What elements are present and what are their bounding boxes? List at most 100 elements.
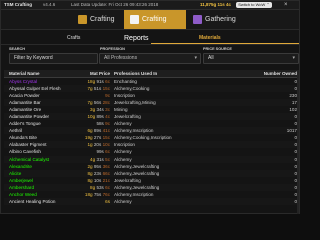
price-silver: 75s xyxy=(93,191,102,197)
price-gold: 4g xyxy=(90,156,96,162)
table-scrollbar[interactable] xyxy=(297,70,299,214)
number-owned: 0 xyxy=(294,114,297,120)
table-row[interactable]: Adamantite Ore 3g 34s 3c Mining 102 xyxy=(4,106,299,113)
search-input[interactable]: Filter by Keyword xyxy=(9,53,98,64)
number-owned: 0 xyxy=(294,121,297,127)
search-label: SEARCH xyxy=(9,47,26,51)
tsm-crafting-window: TSM Crafting v4.4.6 Last Data Update: Fr… xyxy=(0,0,300,214)
material-price: 6s xyxy=(82,198,110,205)
profession-dropdown[interactable]: All Professions ▾ xyxy=(99,53,201,64)
price-silver: 56s xyxy=(93,100,102,106)
table-row[interactable]: Anchor Weed 18g 75s 76c Alchemy,Inscripti… xyxy=(4,191,299,198)
price-copper: 9c xyxy=(105,121,110,127)
price-silver: 51s xyxy=(93,86,102,92)
number-owned: 0 xyxy=(294,184,297,190)
material-name: Acacia Powder xyxy=(9,93,40,99)
active-subtab-indicator xyxy=(151,43,299,44)
professions-used-in: Inscription xyxy=(114,142,135,148)
price-gold: 18g xyxy=(84,191,93,197)
filter-labels: SEARCH PROFESSION PRICE SOURCE xyxy=(1,46,299,53)
number-owned: 0 xyxy=(294,191,297,197)
price-copper: 10c xyxy=(102,142,110,148)
material-price: 9c xyxy=(82,92,110,99)
table-row[interactable]: Abyss Crystal 18g 91s 6c Enchanting 0 xyxy=(4,78,299,85)
table-row[interactable]: Alicite 8g 23s 66c Alchemy,Jewelcrafting 0 xyxy=(4,169,299,177)
subtab-crafts[interactable]: Crafts xyxy=(67,33,80,44)
material-name: Adamantite Powder xyxy=(9,114,50,120)
header-material-name[interactable]: Material Name xyxy=(9,70,40,77)
tab-gathering[interactable]: Gathering xyxy=(193,10,236,29)
price-gold: 3g xyxy=(90,107,96,113)
price-silver: 31s xyxy=(96,156,104,162)
number-owned: 0 xyxy=(294,149,297,155)
report-subtabs: Crafts Materials xyxy=(1,33,299,45)
number-owned: 1017 xyxy=(286,128,297,134)
table-header: Material Name Mat Price Professions Used… xyxy=(4,70,299,78)
price-gold: 18g xyxy=(87,79,96,84)
table-row[interactable]: Adamantite Bar 7g 56s 28c Jewelcrafting,M… xyxy=(4,99,299,107)
material-price: 8g 23s 66c xyxy=(82,170,110,177)
professions-used-in: Alchemy xyxy=(114,149,132,155)
table-row[interactable]: Alabaster Pigment 1g 20s 10c Inscription 0 xyxy=(4,141,299,149)
crafting-reports-icon xyxy=(130,14,139,24)
number-owned: 230 xyxy=(289,93,297,99)
professions-used-in: Alchemy,Cooking xyxy=(114,86,150,92)
material-name: Abyss Crystal xyxy=(9,79,38,84)
price-copper: 15c xyxy=(102,135,110,141)
header-number-owned[interactable]: Number Owned xyxy=(254,70,297,77)
price-copper: 4c xyxy=(105,114,110,120)
close-button[interactable]: × xyxy=(284,1,288,9)
price-gold: 7g xyxy=(87,86,93,92)
price-silver: 27s xyxy=(93,135,102,141)
material-price: 58s 9c xyxy=(82,120,110,127)
chevron-down-icon: ▾ xyxy=(292,55,295,61)
table-row[interactable]: Abyssal Gulper Eel Flesh 7g 51s 15c Alche… xyxy=(4,85,299,93)
price-gold: 7g xyxy=(87,100,93,106)
price-source-dropdown[interactable]: All ▾ xyxy=(203,53,299,64)
table-row[interactable]: Adamantite Powder 10g 89s 4c Jewelcraftin… xyxy=(4,113,299,121)
material-price: 10g 89s 4c xyxy=(82,113,110,120)
price-silver: 95s xyxy=(93,163,102,169)
price-source-label: PRICE SOURCE xyxy=(203,47,232,51)
tab-crafting[interactable]: Crafting xyxy=(78,10,115,29)
table-row[interactable]: Alexandrite 2g 95s 36c Alchemy,Jewelcraft… xyxy=(4,163,299,170)
tab-crafting-reports[interactable]: Crafting Reports xyxy=(124,10,186,42)
professions-used-in: Alchemy xyxy=(114,198,132,204)
main-tabs: Crafting Crafting Reports Gathering xyxy=(1,10,299,42)
table-row[interactable]: Acacia Powder 9c Inscription 230 xyxy=(4,92,299,99)
material-price: 99s 6c xyxy=(82,148,110,155)
tab-crafting-label: Crafting xyxy=(90,16,115,23)
material-name: Abyssal Gulper Eel Flesh xyxy=(9,86,61,92)
professions-used-in: Mining xyxy=(114,107,128,113)
price-silver: 89s xyxy=(96,114,104,120)
professions-used-in: Alchemy,Cooking,Inscription xyxy=(114,135,172,141)
table-row[interactable]: Ambershard 8g 53s 6c Alchemy,Jewelcraftin… xyxy=(4,183,299,191)
professions-used-in: Alchemy,Jewelcrafting xyxy=(114,184,160,190)
table-row[interactable]: Albino Cavefish 99s 6c Alchemy 0 xyxy=(4,148,299,155)
price-gold: 8g xyxy=(90,184,96,190)
material-price: 7g 56s 28c xyxy=(82,99,110,106)
material-name: Alicite xyxy=(9,170,22,176)
table-row[interactable]: Akunda's Bite 19g 27s 15c Alchemy,Cooking… xyxy=(4,134,299,141)
number-owned: 0 xyxy=(294,135,297,141)
table-row[interactable]: Amberjewel 8g 10s 21c Jewelcrafting 0 xyxy=(4,177,299,184)
material-price: 8g 53s 6c xyxy=(82,184,110,191)
table-row[interactable]: Alchemical Catalyst 4g 31s 5c Alchemy 0 xyxy=(4,155,299,163)
table-row[interactable]: Aethril 6g 89s 41c Alchemy,Inscription 101… xyxy=(4,127,299,135)
last-update-status: Last Data Update: Fri Oct 26 09:43:26 20… xyxy=(71,2,159,7)
material-price: 3g 34s 3c xyxy=(82,106,110,113)
number-owned: 0 xyxy=(294,86,297,92)
price-silver: 34s xyxy=(96,107,104,113)
number-owned: 0 xyxy=(294,79,297,84)
price-silver: 23s xyxy=(93,170,102,176)
professions-used-in: Alchemy,Inscription xyxy=(114,128,154,134)
switch-to-wow-button[interactable]: Switch to WoW ⌃ xyxy=(236,2,272,8)
header-professions[interactable]: Professions Used In xyxy=(114,70,157,77)
table-row[interactable]: Adder's Tongue 58s 9c Alchemy 0 xyxy=(4,120,299,127)
number-owned: 102 xyxy=(289,107,297,113)
material-name: Akunda's Bite xyxy=(9,135,37,141)
material-name: Anchor Weed xyxy=(9,191,37,197)
price-copper: 5c xyxy=(105,156,110,162)
table-row[interactable]: Ancient Healing Potion 6s Alchemy 0 xyxy=(4,197,299,205)
header-mat-price[interactable]: Mat Price xyxy=(82,70,110,77)
